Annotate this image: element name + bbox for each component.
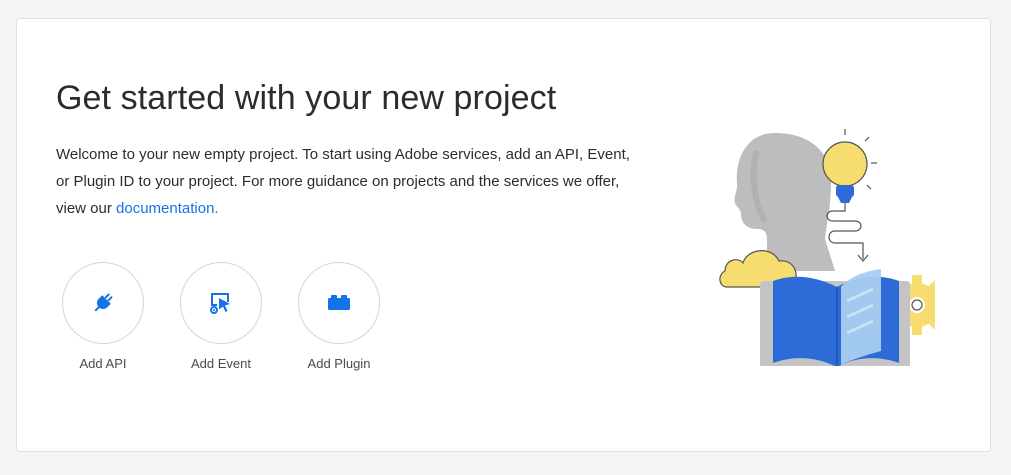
plug-icon (94, 293, 113, 312)
add-plugin-circle[interactable] (298, 262, 380, 344)
get-started-card: Get started with your new project Welcom… (16, 18, 991, 452)
add-event-button[interactable]: Add Event (180, 262, 262, 371)
add-api-circle[interactable] (62, 262, 144, 344)
plugin-block-icon (328, 295, 350, 310)
event-cursor-icon (210, 293, 230, 314)
add-event-label: Add Event (191, 356, 251, 371)
light-bulb (822, 129, 877, 203)
action-list: Add API Add Event Add Plugin (62, 262, 380, 371)
head-silhouette (734, 133, 835, 271)
add-api-button[interactable]: Add API (62, 262, 144, 371)
add-plugin-label: Add Plugin (307, 356, 371, 371)
book-left-page (773, 276, 837, 366)
intro-text: Welcome to your new empty project. To st… (56, 141, 646, 222)
page-title: Get started with your new project (56, 79, 557, 117)
add-event-circle[interactable] (180, 262, 262, 344)
knowledge-illustration (719, 129, 935, 366)
add-api-label: Add API (79, 356, 127, 371)
add-plugin-button[interactable]: Add Plugin (298, 262, 380, 371)
documentation-link[interactable]: documentation. (116, 200, 219, 217)
